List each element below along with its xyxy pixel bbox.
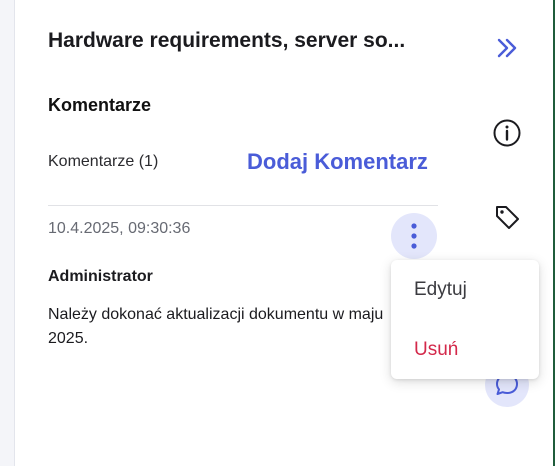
collapse-panel-button[interactable] [485,26,529,70]
comment-author: Administrator [48,268,153,285]
info-icon [493,119,521,147]
comments-count: Komentarze (1) [48,153,159,170]
comment-text: Należy dokonać aktualizacji dokumentu w … [48,306,384,347]
comment-options-button[interactable] [391,213,437,259]
comment-context-menu: Edytuj Usuń [391,260,539,379]
document-title: Hardware requirements, server so... [48,29,406,52]
left-panel-edge [0,0,15,466]
divider [48,205,438,206]
kebab-icon [411,223,417,249]
chevron-double-right-icon [497,38,517,58]
delete-menu-item[interactable]: Usuń [391,326,539,374]
info-button[interactable] [485,111,529,155]
tags-button[interactable] [485,195,529,239]
comment-timestamp: 10.4.2025, 09:30:36 [48,220,191,237]
add-comment-button[interactable]: Dodaj Komentarz [247,149,428,175]
comments-heading: Komentarze [48,95,152,115]
edit-menu-item[interactable]: Edytuj [391,266,539,314]
tag-icon [496,206,519,229]
